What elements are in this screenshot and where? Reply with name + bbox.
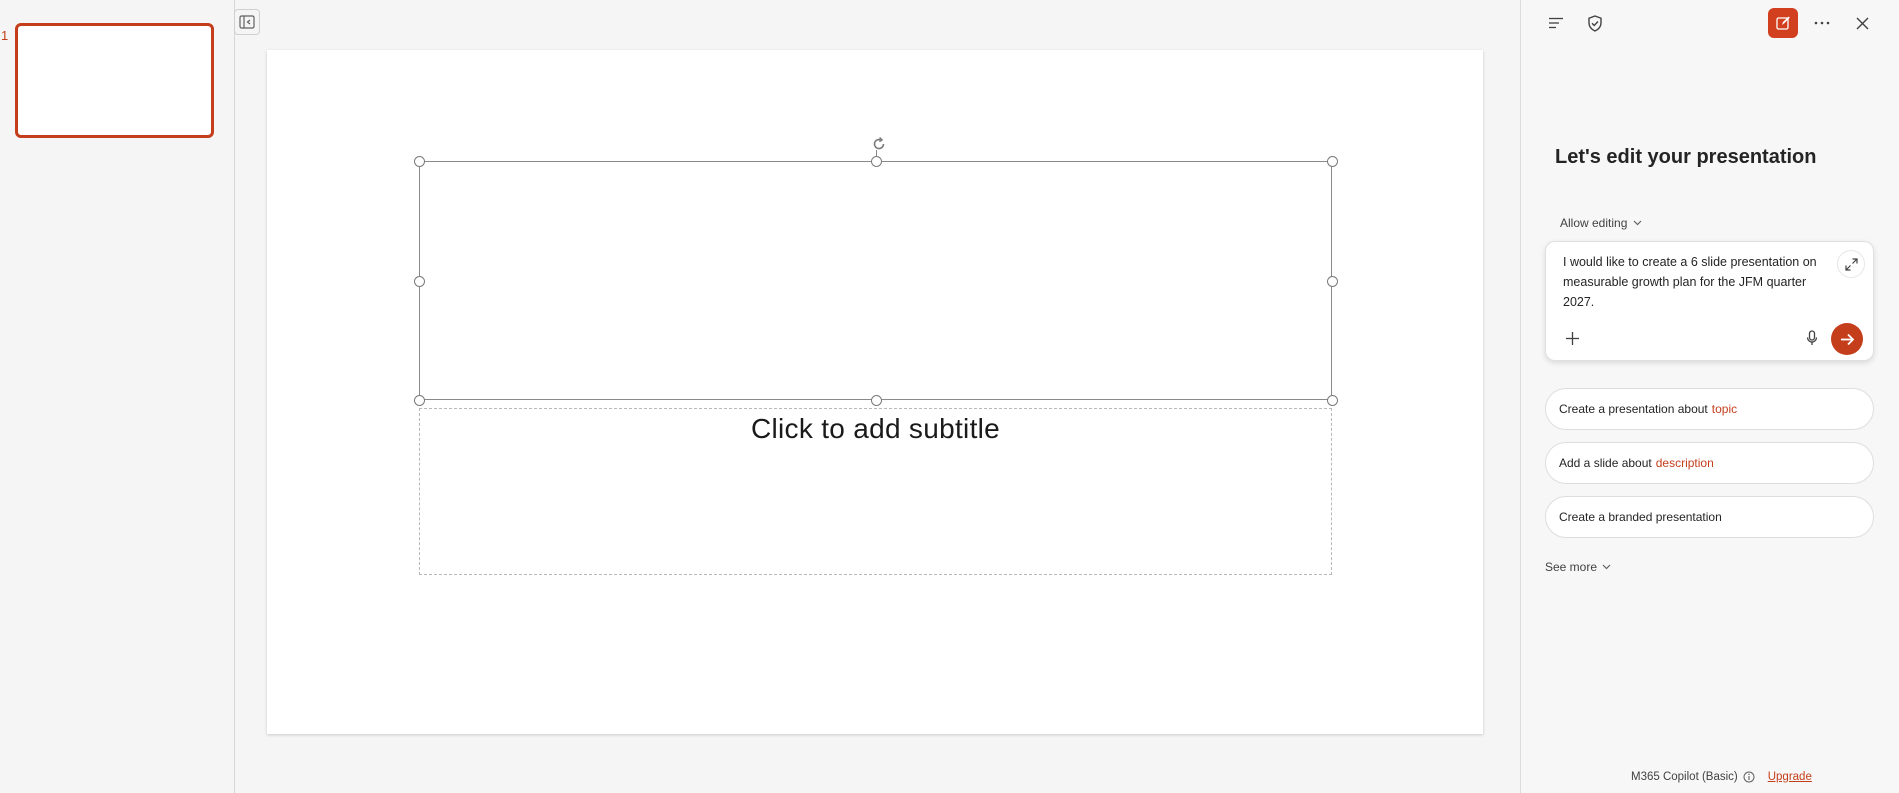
protection-button[interactable] xyxy=(1580,8,1610,38)
suggestion-highlight: topic xyxy=(1711,402,1738,416)
history-button[interactable] xyxy=(1541,8,1571,38)
plus-icon xyxy=(1565,331,1579,345)
chevron-down-icon xyxy=(1602,564,1611,570)
add-attachment-button[interactable] xyxy=(1560,326,1584,350)
resize-handle-top-right[interactable] xyxy=(1327,156,1338,167)
chevron-down-icon xyxy=(1633,220,1642,226)
resize-handle-bottom[interactable] xyxy=(871,395,882,406)
resize-handle-left[interactable] xyxy=(414,276,425,287)
allow-editing-label: Allow editing xyxy=(1560,216,1628,230)
send-button[interactable] xyxy=(1831,323,1863,355)
prompt-composer[interactable]: I would like to create a 6 slide present… xyxy=(1545,241,1874,361)
thumbnail-pane: 1 xyxy=(0,0,235,793)
resize-handle-top-left[interactable] xyxy=(414,156,425,167)
see-more-button[interactable]: See more xyxy=(1545,560,1611,574)
see-more-label: See more xyxy=(1545,560,1598,574)
suggestion-text: Create a presentation about xyxy=(1559,402,1708,416)
suggestion-text: Create a branded presentation xyxy=(1559,510,1722,524)
slide-canvas[interactable]: Click to add subtitle xyxy=(267,50,1483,734)
suggestion-branded-presentation[interactable]: Create a branded presentation xyxy=(1545,496,1874,538)
new-chat-icon xyxy=(1776,16,1790,30)
upgrade-link[interactable]: Upgrade xyxy=(1768,771,1812,783)
allow-editing-dropdown[interactable]: Allow editing xyxy=(1560,216,1642,230)
info-icon[interactable] xyxy=(1743,771,1755,783)
suggestion-create-presentation[interactable]: Create a presentation about topic xyxy=(1545,388,1874,430)
suggestion-highlight: description xyxy=(1655,456,1714,470)
menu-icon xyxy=(1549,17,1563,29)
close-icon xyxy=(1856,17,1868,29)
microphone-button[interactable] xyxy=(1800,326,1824,350)
title-placeholder[interactable] xyxy=(414,137,1338,406)
suggestion-add-slide[interactable]: Add a slide about description xyxy=(1545,442,1874,484)
subtitle-placeholder-text: Click to add subtitle xyxy=(750,413,1001,444)
rotate-handle[interactable] xyxy=(871,136,887,152)
microphone-icon xyxy=(1806,330,1818,345)
arrow-right-icon xyxy=(1840,333,1854,345)
resize-handle-bottom-right[interactable] xyxy=(1327,395,1338,406)
expand-icon xyxy=(1844,257,1858,271)
shield-check-icon xyxy=(1588,14,1602,32)
plan-label: M365 Copilot (Basic) xyxy=(1631,771,1738,783)
subtitle-placeholder[interactable]: Click to add subtitle xyxy=(419,408,1332,575)
copilot-heading: Let's edit your presentation xyxy=(1555,146,1817,168)
more-options-button[interactable] xyxy=(1807,8,1837,38)
copilot-footer: M365 Copilot (Basic) Upgrade xyxy=(1631,771,1812,783)
close-button[interactable] xyxy=(1847,8,1877,38)
rotate-icon xyxy=(873,137,885,150)
resize-handle-top[interactable] xyxy=(871,156,882,167)
collapse-pane-button[interactable] xyxy=(234,9,260,35)
slide-number: 1 xyxy=(1,28,9,43)
new-chat-button[interactable] xyxy=(1768,8,1798,38)
prompt-input[interactable]: I would like to create a 6 slide present… xyxy=(1563,252,1833,312)
expand-button[interactable] xyxy=(1837,250,1865,278)
more-icon xyxy=(1814,21,1830,25)
slide-thumbnail[interactable] xyxy=(15,23,214,138)
suggestion-text: Add a slide about xyxy=(1559,456,1652,470)
resize-handle-bottom-left[interactable] xyxy=(414,395,425,406)
collapse-pane-icon xyxy=(239,15,255,29)
copilot-pane: Let's edit your presentation Allow editi… xyxy=(1520,0,1899,793)
resize-handle-right[interactable] xyxy=(1327,276,1338,287)
